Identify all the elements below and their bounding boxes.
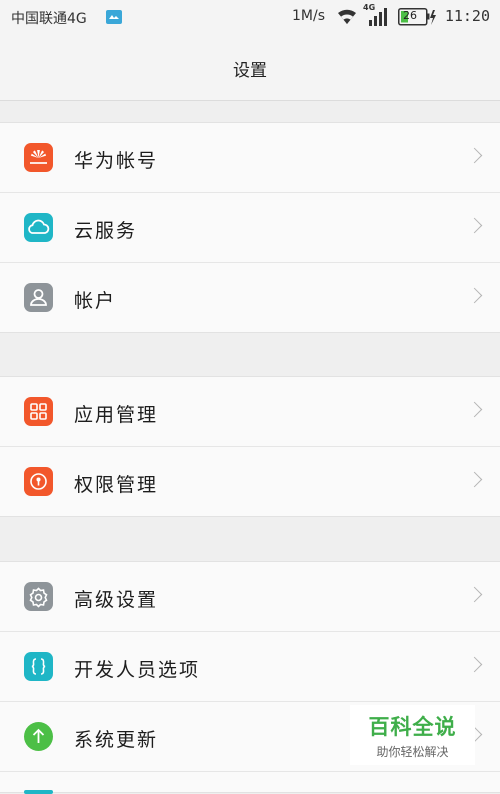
watermark-logo: 百科全说 助你轻松解决: [350, 705, 475, 765]
settings-item-accounts[interactable]: 帐户: [0, 263, 500, 332]
status-bar: 中国联通4G 1M/s 4G 26 11:20: [0, 0, 500, 34]
chevron-right-icon: [466, 287, 483, 304]
settings-item-label: 帐户: [74, 290, 117, 312]
settings-item-developer-options[interactable]: 开发人员选项: [0, 632, 500, 702]
cloud-icon: [24, 213, 53, 242]
sim-card-icon: [106, 9, 122, 28]
settings-item-permission-management[interactable]: 权限管理: [0, 447, 500, 516]
app-grid-icon: [24, 397, 53, 426]
huawei-logo-icon: [24, 143, 53, 172]
chevron-right-icon: [466, 217, 483, 234]
settings-item-label: 开发人员选项: [74, 659, 201, 681]
arrow-up-icon: [24, 722, 53, 751]
settings-item-label: 华为帐号: [74, 150, 159, 172]
settings-group-apps: 应用管理 权限管理: [0, 376, 500, 517]
settings-item-partial[interactable]: [0, 772, 500, 794]
braces-icon: [24, 652, 53, 681]
settings-item-label: 云服务: [74, 220, 138, 242]
watermark-subtitle: 助你轻松解决: [376, 745, 449, 759]
key-lock-icon: [24, 467, 53, 496]
battery-level: 26: [403, 9, 417, 22]
wifi-icon: [336, 8, 358, 29]
settings-item-huawei-account[interactable]: 华为帐号: [0, 123, 500, 193]
chevron-right-icon: [466, 586, 483, 603]
cell-signal-icon: [368, 8, 390, 30]
settings-group-account: 华为帐号 云服务 帐户: [0, 122, 500, 333]
chevron-right-icon: [466, 656, 483, 673]
page-title: 设置: [233, 61, 267, 81]
settings-item-advanced-settings[interactable]: 高级设置: [0, 562, 500, 632]
watermark-title: 百科全说: [368, 715, 457, 739]
settings-item-label: 应用管理: [74, 404, 159, 426]
settings-item-cloud-service[interactable]: 云服务: [0, 193, 500, 263]
title-bar: 设置: [0, 34, 500, 101]
settings-item-label: 系统更新: [74, 729, 159, 751]
carrier-label: 中国联通4G: [11, 11, 87, 27]
chevron-right-icon: [466, 471, 483, 488]
gear-icon: [24, 582, 53, 611]
settings-item-app-management[interactable]: 应用管理: [0, 377, 500, 447]
partial-icon: [24, 790, 53, 794]
network-speed: 1M/s: [292, 8, 325, 24]
settings-item-label: 权限管理: [74, 474, 159, 496]
clock: 11:20: [444, 7, 490, 25]
settings-item-label: 高级设置: [74, 589, 159, 611]
chevron-right-icon: [466, 401, 483, 418]
person-icon: [24, 283, 53, 312]
chevron-right-icon: [466, 147, 483, 164]
